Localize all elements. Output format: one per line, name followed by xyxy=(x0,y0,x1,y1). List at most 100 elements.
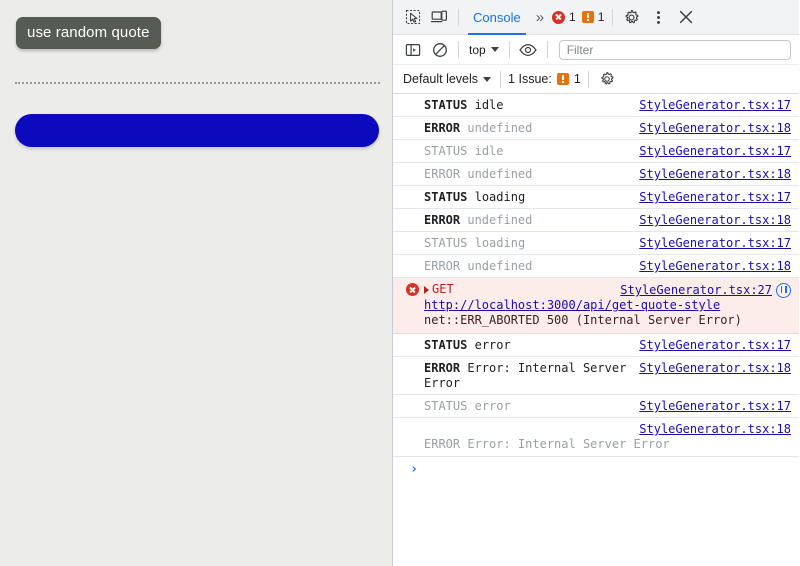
source-link[interactable]: StyleGenerator.tsx:27 xyxy=(620,282,772,298)
message-label: STATUS xyxy=(424,190,468,204)
message-value: undefined xyxy=(467,167,533,181)
console-network-error-message[interactable]: GET StyleGenerator.tsx:27 http://localhost… xyxy=(393,278,799,334)
toolbar-divider-5 xyxy=(546,41,548,58)
message-text: ERROR undefined xyxy=(424,212,532,228)
console-sidebar-icon[interactable] xyxy=(399,36,426,63)
context-selector[interactable]: top xyxy=(464,39,504,61)
close-icon[interactable] xyxy=(672,4,699,31)
message-value: error xyxy=(474,399,511,413)
message-label: ERROR xyxy=(424,259,461,273)
source-link[interactable]: StyleGenerator.tsx:17 xyxy=(639,143,791,159)
default-levels-dropdown[interactable]: Default levels xyxy=(399,72,495,86)
console-message[interactable]: STATUS loading StyleGenerator.tsx:17 xyxy=(393,232,799,255)
console-message[interactable]: ERROR undefined StyleGenerator.tsx:18 xyxy=(393,117,799,140)
console-prompt[interactable]: › xyxy=(393,457,799,484)
message-label: ERROR xyxy=(424,361,461,375)
random-quote-button[interactable] xyxy=(15,114,379,147)
more-options-icon[interactable] xyxy=(645,4,672,31)
page-viewport: use random quote xyxy=(0,0,393,566)
source-link[interactable]: StyleGenerator.tsx:18 xyxy=(639,421,791,437)
more-tabs-icon[interactable]: » xyxy=(530,9,549,26)
source-link[interactable]: StyleGenerator.tsx:18 xyxy=(639,120,791,136)
message-value: idle xyxy=(474,98,504,112)
source-link[interactable]: StyleGenerator.tsx:17 xyxy=(639,235,791,251)
console-message[interactable]: ERROR undefined StyleGenerator.tsx:18 xyxy=(393,163,799,186)
warning-icon xyxy=(556,73,569,85)
console-message[interactable]: STATUS idle StyleGenerator.tsx:17 xyxy=(393,140,799,163)
warning-count-value: 1 xyxy=(597,10,605,24)
inspect-element-icon[interactable] xyxy=(399,4,426,31)
issues-summary[interactable]: 1 Issue: 1 xyxy=(506,72,583,86)
source-link[interactable]: StyleGenerator.tsx:17 xyxy=(639,189,791,205)
message-label: STATUS xyxy=(424,338,468,352)
source-link[interactable]: StyleGenerator.tsx:18 xyxy=(639,258,791,274)
message-text: ERROR undefined xyxy=(424,258,532,274)
levels-divider-2 xyxy=(587,70,589,88)
message-text: STATUS idle xyxy=(424,97,504,113)
console-message[interactable]: STATUS error StyleGenerator.tsx:17 xyxy=(393,334,799,357)
device-toolbar-icon[interactable] xyxy=(426,4,453,31)
error-count-value: 1 xyxy=(569,10,576,24)
source-link[interactable]: StyleGenerator.tsx:18 xyxy=(639,360,791,376)
toolbar-divider-3 xyxy=(458,41,459,58)
devtools-screenshot: use random quote Console » 1 1 top Filte… xyxy=(0,0,800,566)
error-circle-icon xyxy=(406,283,419,296)
source-link[interactable]: StyleGenerator.tsx:18 xyxy=(639,212,791,228)
console-message[interactable]: STATUS error StyleGenerator.tsx:17 xyxy=(393,395,799,418)
message-text: ERROR Error: Internal Server Error xyxy=(424,437,670,451)
request-url[interactable]: http://localhost:3000/api/get-quote-styl… xyxy=(424,298,791,313)
console-message-list[interactable]: STATUS idle StyleGenerator.tsx:17 ERROR un… xyxy=(393,94,799,566)
filter-input[interactable] xyxy=(558,39,791,60)
gear-icon[interactable] xyxy=(618,4,645,31)
chevron-down-icon xyxy=(490,47,499,52)
message-value: loading xyxy=(474,236,526,250)
message-value: idle xyxy=(474,144,504,158)
message-text: STATUS loading xyxy=(424,235,525,251)
warning-icon xyxy=(581,11,594,23)
source-link[interactable]: StyleGenerator.tsx:17 xyxy=(639,97,791,113)
message-label: STATUS xyxy=(424,144,468,158)
toolbar-divider xyxy=(458,8,459,26)
console-input[interactable] xyxy=(424,462,799,477)
message-label: STATUS xyxy=(424,98,468,112)
network-request-icon[interactable] xyxy=(776,282,791,298)
tooltip-use-random-quote: use random quote xyxy=(16,17,161,49)
source-link[interactable]: StyleGenerator.tsx:17 xyxy=(639,337,791,353)
source-link[interactable]: StyleGenerator.tsx:18 xyxy=(639,166,791,182)
message-text: ERROR Error: Internal Server Error xyxy=(424,360,631,391)
toolbar-divider-4 xyxy=(508,41,510,58)
tab-console[interactable]: Console xyxy=(464,0,530,35)
issues-count: 1 xyxy=(573,72,581,86)
message-text: STATUS error xyxy=(424,398,511,414)
message-label: ERROR xyxy=(424,167,461,181)
console-message[interactable]: ERROR undefined StyleGenerator.tsx:18 xyxy=(393,209,799,232)
message-value: undefined xyxy=(467,121,533,135)
dotted-divider xyxy=(15,82,380,84)
message-text: ERROR undefined xyxy=(424,166,532,182)
console-message[interactable]: STATUS idle StyleGenerator.tsx:17 xyxy=(393,94,799,117)
message-label: STATUS xyxy=(424,236,468,250)
message-label: ERROR xyxy=(424,213,461,227)
devtools-panel: Console » 1 1 top Filter Default levels … xyxy=(393,0,799,566)
message-value: loading xyxy=(474,190,526,204)
live-expression-icon[interactable] xyxy=(515,36,542,63)
console-message[interactable]: STATUS loading StyleGenerator.tsx:17 xyxy=(393,186,799,209)
message-value: undefined xyxy=(467,259,533,273)
message-text: STATUS loading xyxy=(424,189,525,205)
gear-icon[interactable] xyxy=(594,66,621,93)
error-count-badge[interactable]: 1 xyxy=(549,10,579,24)
clear-console-icon[interactable] xyxy=(426,36,453,63)
context-selector-label: top xyxy=(469,42,486,57)
console-message[interactable]: StyleGenerator.tsx:18 ERROR Error: Intern… xyxy=(393,418,799,457)
console-message[interactable]: ERROR undefined StyleGenerator.tsx:18 xyxy=(393,255,799,278)
warning-count-badge[interactable]: 1 xyxy=(579,10,608,24)
error-circle-icon xyxy=(552,10,566,24)
levels-divider xyxy=(500,70,502,88)
console-toolbar: top xyxy=(393,35,799,65)
message-value: error xyxy=(474,338,511,352)
expand-triangle-icon[interactable] xyxy=(424,285,429,294)
chevron-down-icon xyxy=(483,76,492,82)
prompt-caret-icon: › xyxy=(410,462,418,477)
console-message[interactable]: ERROR Error: Internal Server Error StyleG… xyxy=(393,357,799,395)
source-link[interactable]: StyleGenerator.tsx:17 xyxy=(639,398,791,414)
